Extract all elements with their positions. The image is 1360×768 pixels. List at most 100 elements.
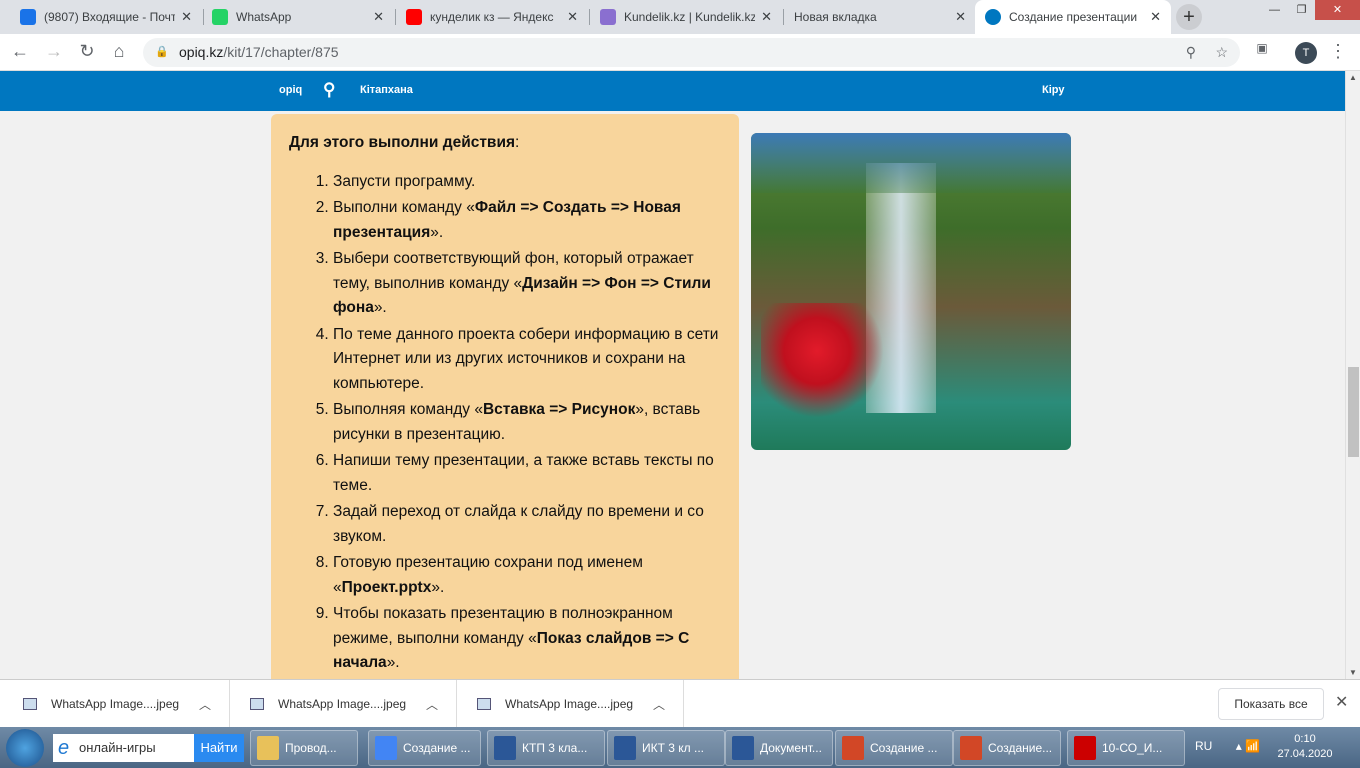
chevron-up-icon[interactable]: ︿ [653,696,665,713]
download-item[interactable]: WhatsApp Image....jpeg ︿ [457,680,684,728]
menu-icon[interactable]: ⋮ [1326,41,1350,62]
step-item: Выполняя команду «Вставка => Рисунок», в… [333,398,721,447]
lock-icon: 🔒 [155,46,169,58]
app-icon [732,736,754,760]
bookmark-star-icon[interactable]: ☆ [1215,38,1228,67]
taskbar-item[interactable]: Документ... [725,730,833,766]
minimize-button[interactable]: — [1261,0,1288,20]
tab-strip: (9807) Входящие - Почта ✕ WhatsApp ✕ кундели… [0,0,1360,34]
zoom-icon[interactable]: ⚲ [1186,38,1196,67]
waterfall-image [751,133,1071,450]
ie-icon: e [58,737,70,759]
app-icon [960,736,982,760]
downloads-bar: WhatsApp Image....jpeg ︿ WhatsApp Image...… [0,679,1360,728]
search-icon[interactable]: ⚲ [323,80,335,100]
maximize-button[interactable]: ❐ [1288,0,1315,20]
step-item: Напиши тему презентации, а также вставь … [333,449,721,498]
chevron-up-icon[interactable]: ︿ [199,696,211,713]
image-file-icon [23,698,37,710]
kundelik-icon [600,9,616,25]
browser-tab[interactable]: WhatsApp ✕ [202,0,394,34]
language-indicator[interactable]: RU [1195,739,1212,753]
step-item: Запусти программу. [333,170,721,195]
search-find-button[interactable]: Найти [194,734,244,762]
start-button[interactable] [6,729,44,767]
chevron-up-icon[interactable]: ︿ [426,696,438,713]
show-all-downloads-button[interactable]: Показать все [1218,688,1324,720]
steps-list: Запусти программу.Выполни команду «Файл … [289,170,721,676]
app-icon [1074,736,1096,760]
tab-title: Новая вкладка [794,10,877,24]
window-controls: — ❐ ✕ [1261,0,1360,20]
system-tray: RU ▴ 📶 [1195,739,1260,753]
url-path: /kit/17/chapter/875 [223,44,339,60]
close-tab-icon[interactable]: ✕ [1150,9,1161,25]
step-item: Выполни команду «Файл => Создать => Нова… [333,196,721,245]
browser-tab[interactable]: Kundelik.kz | Kundelik.kz ✕ [590,0,782,34]
whatsapp-icon [212,9,228,25]
download-filename: WhatsApp Image....jpeg [505,697,634,711]
network-icon[interactable]: 📶 [1245,739,1260,753]
app-icon [494,736,516,760]
login-link[interactable]: Кіру [1042,84,1064,96]
reload-icon[interactable]: ↻ [75,41,99,62]
close-tab-icon[interactable]: ✕ [567,9,578,25]
close-tab-icon[interactable]: ✕ [761,9,772,25]
taskbar-item[interactable]: Провод... [250,730,358,766]
taskbar-item[interactable]: Создание ... [835,730,953,766]
mail-icon [20,9,36,25]
download-filename: WhatsApp Image....jpeg [278,697,407,711]
site-header: opiq ⚲ Кітапхана Кіру [0,71,1345,111]
app-icon [842,736,864,760]
tab-title: Kundelik.kz | Kundelik.kz [624,10,756,24]
download-item[interactable]: WhatsApp Image....jpeg ︿ [230,680,457,728]
download-item[interactable]: WhatsApp Image....jpeg ︿ [3,680,230,728]
step-item: Задай переход от слайда к слайду по врем… [333,500,721,549]
step-item: Готовую презентацию сохрани под именем «… [333,551,721,600]
tab-title: Создание презентации [1009,10,1138,24]
opiq-logo[interactable]: opiq [279,84,302,96]
taskbar-item[interactable]: КТП 3 кла... [487,730,605,766]
close-window-button[interactable]: ✕ [1315,0,1360,20]
image-file-icon [477,698,491,710]
clock[interactable]: 0:10 27.04.2020 [1275,732,1335,762]
close-downloads-icon[interactable]: ✕ [1335,692,1348,712]
close-tab-icon[interactable]: ✕ [955,9,966,25]
browser-toolbar: ← → ↻ ⌂ 🔒 opiq.kz/kit/17/chapter/875 ⚲ ☆… [0,34,1360,71]
browser-tab[interactable]: Создание презентации ✕ [975,0,1171,34]
taskbar-item[interactable]: Создание ... [368,730,481,766]
browser-tab[interactable]: Новая вкладка ✕ [784,0,976,34]
address-bar[interactable]: 🔒 opiq.kz/kit/17/chapter/875 ⚲ ☆ [143,38,1240,67]
tab-title: (9807) Входящие - Почта [44,10,176,24]
forward-icon[interactable]: → [42,41,66,62]
scrollbar-thumb[interactable] [1348,367,1359,457]
instructions-intro: Для этого выполни действия: [289,134,520,151]
browser-tab[interactable]: кунделик кз — Яндекс ✕ [396,0,588,34]
chapter-content: Для этого выполни действия: Запусти прог… [0,111,1345,679]
profile-avatar[interactable]: T [1295,42,1317,64]
app-icon [614,736,636,760]
opiq-icon [985,9,1001,25]
taskbar-item[interactable]: ИКТ 3 кл ... [607,730,725,766]
taskbar-item[interactable]: Создание... [953,730,1061,766]
back-icon[interactable]: ← [8,41,32,62]
home-icon[interactable]: ⌂ [107,41,131,62]
taskbar-item[interactable]: 10-СО_И... [1067,730,1185,766]
image-file-icon [250,698,264,710]
browser-tab[interactable]: (9807) Входящие - Почта ✕ [10,0,202,34]
close-tab-icon[interactable]: ✕ [373,9,384,25]
taskbar-search-input[interactable]: e онлайн-игры [53,734,194,762]
yandex-icon [406,9,422,25]
new-tab-button[interactable]: + [1176,4,1202,30]
tab-title: WhatsApp [236,10,292,24]
tab-title: кунделик кз — Яндекс [430,10,554,24]
page-scrollbar[interactable]: ▲ ▼ [1345,71,1360,679]
close-tab-icon[interactable]: ✕ [181,9,192,25]
extension-icon[interactable]: ▣ [1250,41,1274,55]
show-hidden-icons[interactable]: ▴ [1236,739,1242,753]
library-link[interactable]: Кітапхана [360,84,413,96]
app-icon [257,736,279,760]
step-item: Чтобы показать презентацию в полноэкранн… [333,602,721,676]
app-icon [375,736,397,760]
windows-taskbar: e онлайн-игры Найти Провод... Создание ...… [0,727,1360,768]
